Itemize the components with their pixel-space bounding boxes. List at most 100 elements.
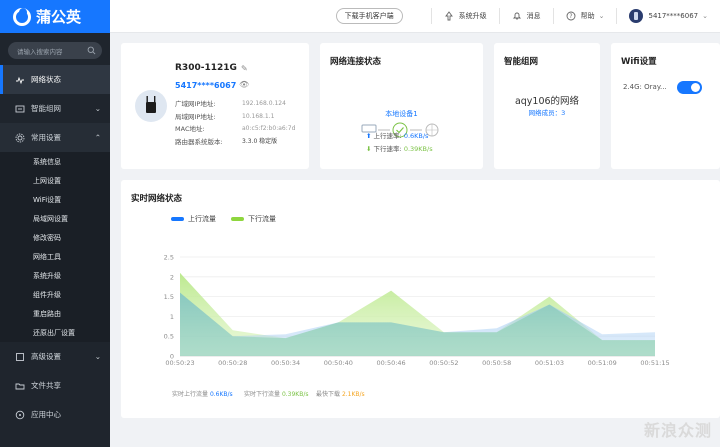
wifi-band-row: 2.4G: Oray... xyxy=(623,83,667,91)
connection-title: 网络连接状态 xyxy=(330,57,382,67)
network-name: aqy106的网络 xyxy=(514,96,580,107)
local-device-link[interactable]: 本地设备1 xyxy=(320,109,483,119)
upload-rate-value: 0.6KB/s xyxy=(403,132,429,140)
folder-icon xyxy=(15,383,25,389)
chevron-down-icon: ⌄ xyxy=(598,12,605,20)
device-sn: 5417****6067 xyxy=(175,81,237,90)
system-upgrade-link[interactable]: 系统升级 xyxy=(430,8,487,24)
legend-swatch-download xyxy=(231,217,244,221)
smart-network-card: 智能组网 aqy106的网络 网络成员：3 xyxy=(494,43,600,169)
search-placeholder: 请输入搜索内容 xyxy=(17,47,63,56)
search-icon xyxy=(87,46,96,55)
version-value: 3.3.0 稳定版 xyxy=(242,137,278,145)
search-input[interactable]: 请输入搜索内容 xyxy=(8,42,102,59)
connection-card: 网络连接状态 本地设备1 ⬆ 上行速率: 0.6KB/s ⬇ 下行速率: 0.3… xyxy=(320,43,483,169)
avatar xyxy=(629,9,644,23)
pugongying-logo-icon xyxy=(13,7,31,26)
wifi-ssid: Oray... xyxy=(644,83,667,91)
device-model: R300-1121G xyxy=(175,63,237,73)
arrow-down-icon: ⬇ xyxy=(366,145,372,153)
sidebar-subitem-system-upgrade[interactable]: 系统升级 xyxy=(0,266,110,285)
wifi-card: Wifi设置 2.4G: Oray... xyxy=(611,43,720,169)
watermark: 新浪众测 xyxy=(643,421,712,440)
download-app-button[interactable]: 下载手机客户端 xyxy=(335,8,403,24)
legend-swatch-upload xyxy=(171,217,184,221)
lan-ip-label: 局域网IP地址: xyxy=(175,112,216,121)
account-menu[interactable]: 5417****6067 ⌄ xyxy=(616,8,708,24)
sidebar-subitem-component-upgrade[interactable]: 组件升级 xyxy=(0,285,110,304)
sidebar-item-common-settings[interactable]: 常用设置 ⌃ xyxy=(0,123,110,152)
sidebar-subitem-reboot[interactable]: 重启路由 xyxy=(0,304,110,323)
sidebar-item-label: 智能组网 xyxy=(31,104,61,113)
sidebar-item-label: 高级设置 xyxy=(31,352,61,361)
top-bar: 下载手机客户端 系统升级 消息 ? 帮助 ⌄ 5417****6067 ⌄ xyxy=(110,0,720,33)
legend-download[interactable]: 下行流量 xyxy=(231,214,276,224)
chevron-down-icon: ⌄ xyxy=(94,104,101,113)
footer-upload-stat: 实时上行流量 0.6KB/s xyxy=(172,389,233,398)
sidebar-subitem-network-tools[interactable]: 网络工具 xyxy=(0,247,110,266)
chevron-up-icon: ⌃ xyxy=(94,133,101,142)
gear-icon xyxy=(15,133,25,142)
sidebar-item-app-center[interactable]: 应用中心 xyxy=(0,400,110,429)
footer-peak-stat: 最快下载 2.1KB/s xyxy=(316,389,365,398)
footer-download-label: 实时下行流量 xyxy=(244,391,281,398)
account-name: 5417****6067 xyxy=(648,12,699,20)
bell-icon xyxy=(512,12,521,20)
sidebar-item-advanced-settings[interactable]: 高级设置 ⌄ xyxy=(0,342,110,371)
legend-label-download: 下行流量 xyxy=(248,215,276,223)
mac-label: MAC地址: xyxy=(175,125,205,134)
chevron-down-icon: ⌄ xyxy=(702,12,708,20)
footer-download-stat: 实时下行流量 0.39KB/s xyxy=(244,389,309,398)
router-icon xyxy=(146,96,156,113)
sidebar-item-label: 常用设置 xyxy=(31,133,61,142)
device-info-values: 192.168.0.124 10.168.1.1 a0:c5:f2:b0:a6:… xyxy=(242,98,295,148)
download-rate: ⬇ 下行速率: 0.39KB/s xyxy=(366,143,433,153)
upgrade-icon xyxy=(444,11,453,21)
wifi-title: Wifi设置 xyxy=(621,57,657,67)
sidebar-subitem-lan-settings[interactable]: 局域网设置 xyxy=(0,209,110,228)
wifi-toggle[interactable] xyxy=(677,81,702,94)
footer-download-value: 0.39KB/s xyxy=(281,391,309,398)
help-icon: ? xyxy=(566,11,576,21)
sidebar-item-file-share[interactable]: 文件共享 xyxy=(0,371,110,400)
version-label: 路由器系统版本: xyxy=(175,137,223,146)
sidebar-subitem-wifi-settings[interactable]: WiFi设置 xyxy=(0,190,110,209)
wan-ip-label: 广域网IP地址: xyxy=(175,100,216,108)
network-members-link[interactable]: 网络成员：3 xyxy=(494,107,600,117)
device-card: R300-1121G ✎ 5417****6067 👁 广域网IP地址: 局域网… xyxy=(121,43,309,169)
help-menu[interactable]: ? 帮助 ⌄ xyxy=(552,8,605,24)
legend-upload[interactable]: 上行流量 xyxy=(171,214,216,224)
sidebar-item-label: 文件共享 xyxy=(31,381,61,390)
footer-upload-value: 0.6KB/s xyxy=(209,391,233,398)
wifi-band-label: 2.4G: xyxy=(623,83,642,91)
mac-value: a0:c5:f2:b0:a6:7d xyxy=(242,125,296,133)
router-image xyxy=(135,90,167,122)
footer-peak-label: 最快下载 xyxy=(316,391,341,398)
sidebar-subitem-factory-reset[interactable]: 还原出厂设置 xyxy=(0,323,110,342)
upload-rate: ⬆ 上行速率: 0.6KB/s xyxy=(366,130,428,140)
footer-peak-value: 2.1KB/s xyxy=(341,391,365,398)
brand-name: 蒲公英 xyxy=(36,8,82,26)
sidebar-item-network-status[interactable]: 网络状态 xyxy=(0,65,110,94)
device-info-labels: 广域网IP地址: 局域网IP地址: MAC地址: 路由器系统版本: xyxy=(175,98,223,148)
brand-logo[interactable]: 蒲公英 xyxy=(0,0,110,33)
sidebar: 请输入搜索内容 网络状态 智能组网 ⌄ 常用设置 ⌃ 系统信息 上网设置 WiF… xyxy=(0,33,110,447)
upload-rate-label: 上行速率: xyxy=(373,132,402,140)
network-icon xyxy=(15,105,25,112)
help-label: 帮助 xyxy=(580,12,595,20)
sidebar-item-label: 网络状态 xyxy=(31,75,61,84)
wan-ip-value: 192.168.0.124 xyxy=(242,100,286,107)
hide-icon[interactable]: 👁 xyxy=(239,80,249,89)
sidebar-subitem-internet-settings[interactable]: 上网设置 xyxy=(0,171,110,190)
sidebar-item-smart-network[interactable]: 智能组网 ⌄ xyxy=(0,94,110,123)
download-rate-label: 下行速率: xyxy=(373,145,402,153)
smart-network-title: 智能组网 xyxy=(504,57,539,67)
edit-icon[interactable]: ✎ xyxy=(241,64,248,73)
svg-text:?: ? xyxy=(569,13,572,20)
messages-link[interactable]: 消息 xyxy=(498,8,541,24)
download-rate-value: 0.39KB/s xyxy=(403,145,433,153)
sidebar-item-label: 应用中心 xyxy=(31,410,61,419)
sidebar-subitem-change-password[interactable]: 修改密码 xyxy=(0,228,110,247)
sidebar-subitem-system-info[interactable]: 系统信息 xyxy=(0,152,110,171)
pulse-icon xyxy=(16,76,24,84)
